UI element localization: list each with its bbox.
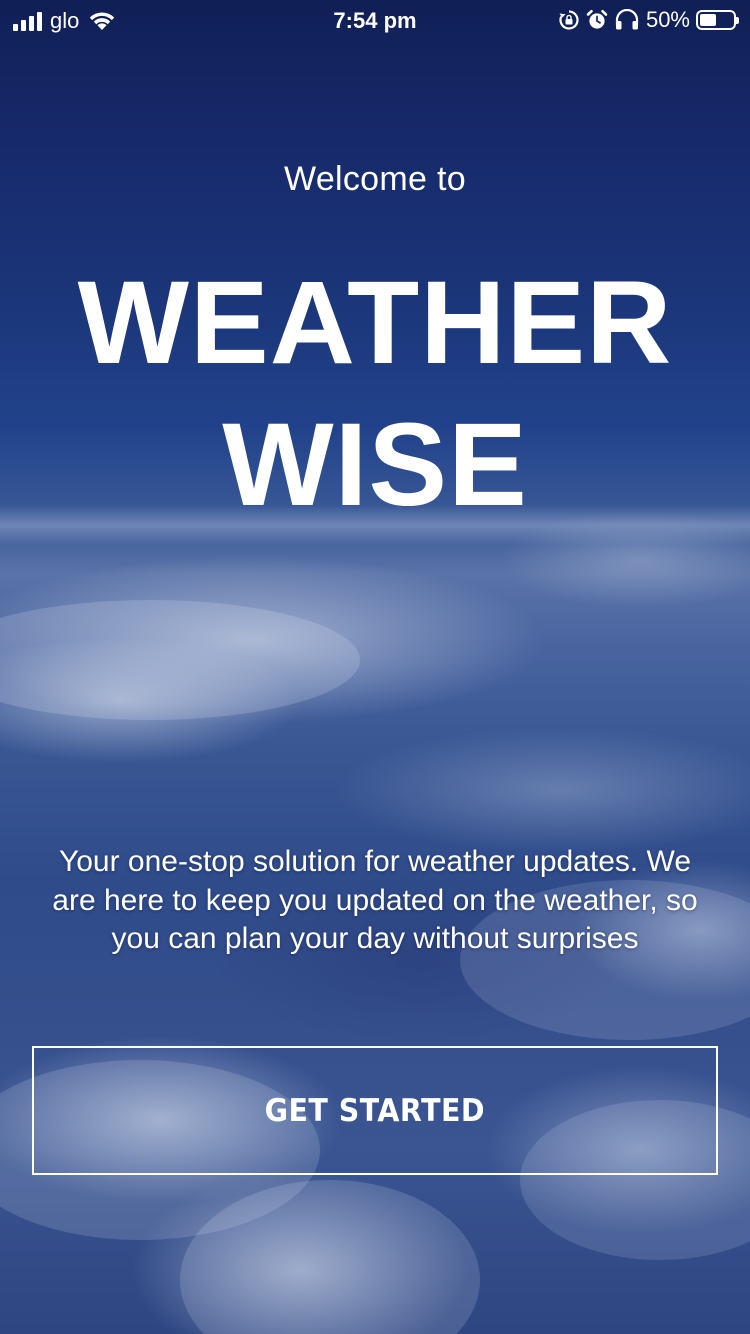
battery-level-fill bbox=[700, 14, 716, 26]
cloud-shape bbox=[0, 600, 360, 720]
headphones-icon bbox=[615, 9, 639, 30]
alarm-icon bbox=[586, 9, 608, 29]
app-title-line-2: WISE bbox=[222, 399, 528, 531]
app-title-line-1: WEATHER bbox=[77, 257, 673, 389]
orientation-lock-icon bbox=[559, 10, 579, 30]
get-started-button-label: GET STARTED bbox=[264, 1092, 486, 1129]
battery-icon bbox=[696, 10, 739, 30]
welcome-label: Welcome to bbox=[284, 160, 466, 198]
status-bar: glo 7:54 pm 50% bbox=[0, 0, 750, 40]
tagline-text: Your one-stop solution for weather updat… bbox=[52, 845, 698, 955]
app-title: WEATHER WISE bbox=[0, 252, 750, 536]
battery-percent: 50% bbox=[645, 7, 690, 32]
get-started-button[interactable]: GET STARTED bbox=[32, 1046, 718, 1175]
status-right: 50% bbox=[558, 7, 739, 33]
